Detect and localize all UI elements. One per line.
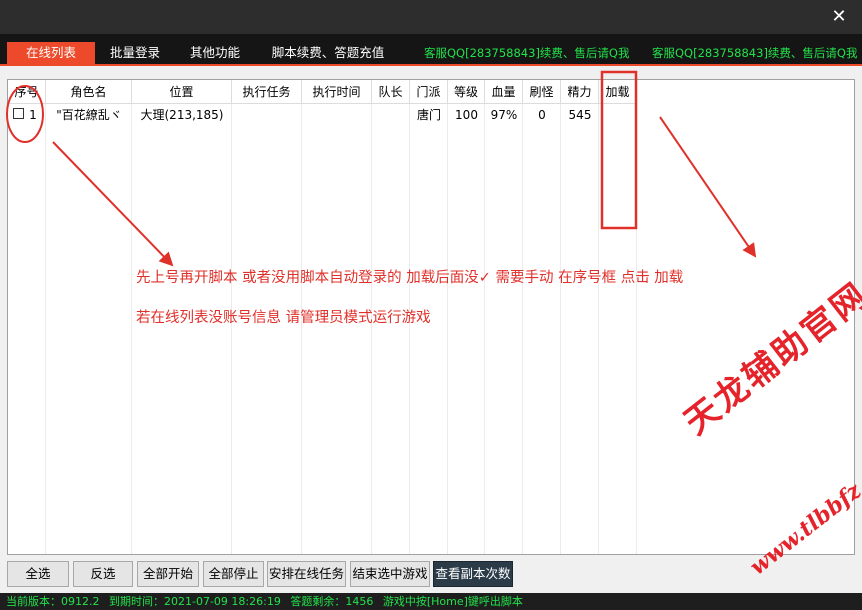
title-bar bbox=[0, 0, 862, 34]
status-expiry: 到期时间：2021-07-09 18:26:19 bbox=[109, 595, 281, 608]
cell-time bbox=[302, 104, 372, 126]
col-hp[interactable]: 血量 bbox=[485, 80, 523, 104]
schedule-task-button[interactable]: 安排在线任务 bbox=[267, 561, 346, 587]
tab-underline bbox=[0, 64, 862, 66]
col-leader[interactable]: 队长 bbox=[372, 80, 410, 104]
col-loaded[interactable]: 加载 bbox=[599, 80, 637, 104]
end-selected-game-button[interactable]: 结束选中游戏 bbox=[350, 561, 430, 587]
close-icon[interactable]: ✕ bbox=[828, 6, 850, 28]
status-version: 当前版本：0912.2 bbox=[6, 595, 100, 608]
stop-all-button[interactable]: 全部停止 bbox=[203, 561, 264, 587]
service-qq-note: 客服QQ[283758843]续费、售后请Q我 bbox=[424, 46, 630, 60]
column-divider bbox=[522, 104, 523, 554]
col-kills[interactable]: 刷怪 bbox=[523, 80, 561, 104]
online-list-table: 序号 角色名 位置 执行任务 执行时间 队长 门派 等级 血量 刷怪 精力 加载… bbox=[7, 79, 855, 555]
annotation-line-1: 先上号再开脚本 或者没用脚本自动登录的 加载后面没✓ 需要手动 在序号框 点击 … bbox=[136, 270, 684, 286]
col-energy[interactable]: 精力 bbox=[561, 80, 599, 104]
cell-leader bbox=[372, 104, 410, 126]
cell-kills: 0 bbox=[538, 108, 546, 122]
column-divider bbox=[409, 104, 410, 554]
status-bar: 当前版本：0912.2 到期时间：2021-07-09 18:26:19 答题剩… bbox=[0, 593, 862, 610]
column-divider bbox=[301, 104, 302, 554]
cell-location: 大理(213,185) bbox=[140, 108, 224, 122]
status-remaining: 答题剩余：1456 bbox=[290, 595, 374, 608]
column-divider bbox=[131, 104, 132, 554]
col-sect[interactable]: 门派 bbox=[410, 80, 448, 104]
col-index[interactable]: 序号 bbox=[8, 80, 46, 104]
column-divider bbox=[447, 104, 448, 554]
col-location[interactable]: 位置 bbox=[132, 80, 232, 104]
cell-hp: 97% bbox=[490, 108, 518, 122]
cell-task bbox=[232, 104, 302, 126]
column-divider bbox=[636, 104, 637, 554]
column-divider bbox=[560, 104, 561, 554]
cell-sect: 唐门 bbox=[416, 108, 441, 122]
select-all-button[interactable]: 全选 bbox=[7, 561, 69, 587]
cell-level: 100 bbox=[455, 108, 478, 122]
table-header: 序号 角色名 位置 执行任务 执行时间 队长 门派 等级 血量 刷怪 精力 加载 bbox=[8, 80, 854, 104]
view-dungeon-count-button[interactable]: 查看副本次数 bbox=[433, 561, 513, 587]
cell-index: 1 bbox=[29, 108, 37, 122]
column-divider bbox=[484, 104, 485, 554]
status-hint: 游戏中按[Home]键呼出脚本 bbox=[382, 595, 523, 608]
cell-loaded bbox=[599, 104, 637, 126]
col-name[interactable]: 角色名 bbox=[46, 80, 132, 104]
start-all-button[interactable]: 全部开始 bbox=[137, 561, 199, 587]
service-qq-note-2: 客服QQ[283758843]续费、售后请Q我 bbox=[652, 46, 858, 60]
tab-other-functions[interactable]: 其他功能 bbox=[180, 42, 250, 64]
tab-batch-login[interactable]: 批量登录 bbox=[100, 42, 170, 64]
cell-name: "百花繚乱ヾ bbox=[56, 108, 122, 122]
cell-energy: 545 bbox=[568, 108, 592, 122]
col-task[interactable]: 执行任务 bbox=[232, 80, 302, 104]
invert-selection-button[interactable]: 反选 bbox=[73, 561, 133, 587]
row-select-checkbox[interactable] bbox=[13, 108, 24, 119]
tab-renewal-recharge[interactable]: 脚本续费、答题充值 bbox=[264, 42, 392, 64]
column-divider bbox=[371, 104, 372, 554]
column-divider bbox=[598, 104, 599, 554]
annotation-line-2: 若在线列表没账号信息 请管理员模式运行游戏 bbox=[136, 310, 431, 326]
col-level[interactable]: 等级 bbox=[448, 80, 485, 104]
column-divider bbox=[45, 104, 46, 554]
tab-online-list[interactable]: 在线列表 bbox=[7, 42, 95, 64]
column-divider bbox=[231, 104, 232, 554]
col-time[interactable]: 执行时间 bbox=[302, 80, 372, 104]
